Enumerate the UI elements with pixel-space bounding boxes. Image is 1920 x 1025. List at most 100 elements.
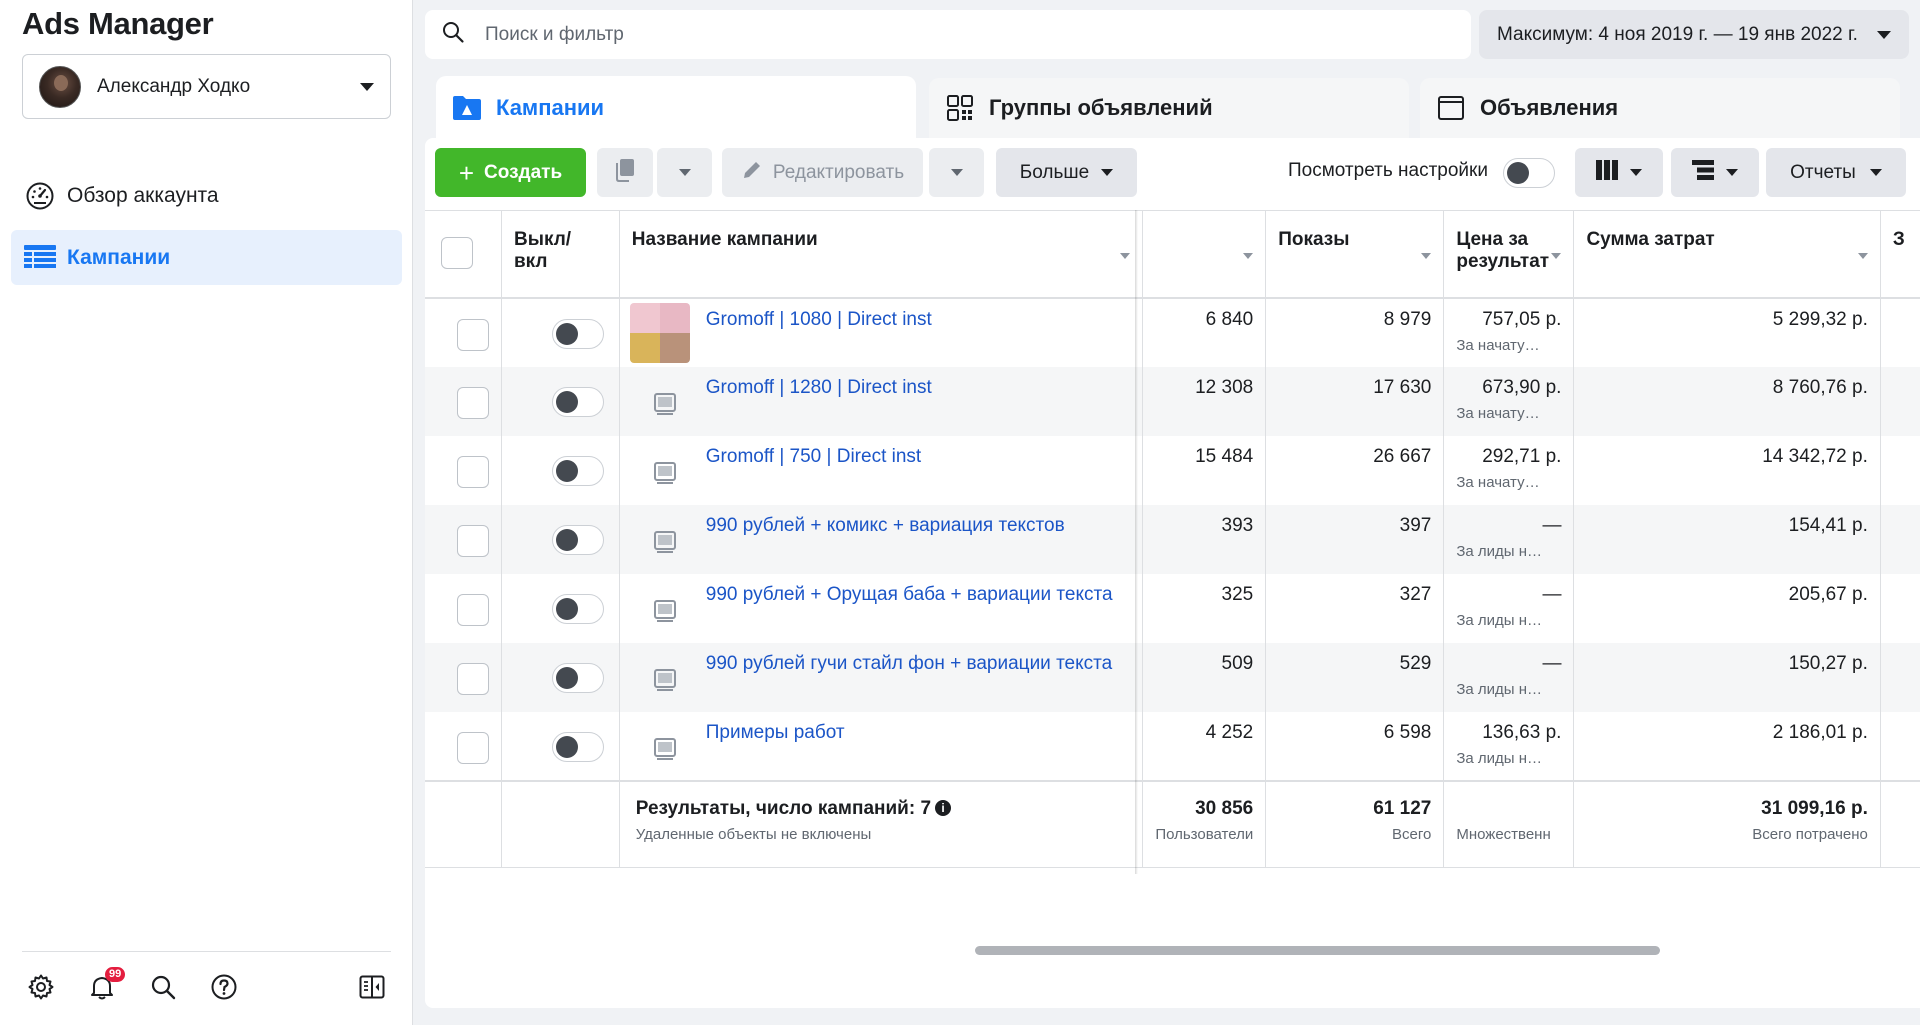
toolbar: + Создать Редактировать Больше Посмотрет… <box>425 138 1920 210</box>
campaigns-table-container: Выкл/ вкл Название кампании Показы Цена … <box>425 210 1920 1008</box>
campaign-status-toggle[interactable] <box>552 386 604 417</box>
reach-cell: 4 252 <box>1142 711 1267 781</box>
campaign-name-link[interactable]: 990 рублей гучи стайл фон + вариации тек… <box>706 653 1112 674</box>
campaign-name-cell: Gromoff | 1280 | Direct inst <box>619 366 1144 436</box>
cost-per-result-sub: За лиды н… <box>1456 611 1543 629</box>
table-row[interactable]: Gromoff | 1080 | Direct inst 6 840 8 979 75… <box>425 297 1920 367</box>
sidebar-item-account-overview[interactable]: Обзор аккаунта <box>11 168 402 223</box>
select-all-checkbox[interactable] <box>441 237 473 269</box>
horizontal-scrollbar[interactable] <box>975 946 1660 955</box>
breakdown-button[interactable] <box>1671 148 1759 197</box>
campaign-name-link[interactable]: Примеры работ <box>706 722 845 743</box>
table-row[interactable]: 990 рублей + комикс + вариация текстов 39… <box>425 504 1920 574</box>
row-checkbox[interactable] <box>457 386 489 419</box>
table-row[interactable]: 990 рублей гучи стайл фон + вариации тек… <box>425 642 1920 712</box>
next-column-cell <box>1880 505 1920 574</box>
campaign-status-toggle[interactable] <box>552 593 604 624</box>
column-header-impressions[interactable]: Показы <box>1265 210 1445 298</box>
ad-placeholder-icon <box>650 665 680 695</box>
row-checkbox[interactable] <box>457 593 489 626</box>
edit-menu-button[interactable] <box>929 148 984 197</box>
summary-cell <box>1880 781 1920 868</box>
tab-label: Группы объявлений <box>989 95 1213 120</box>
duplicate-menu-button[interactable] <box>657 148 712 197</box>
gear-icon[interactable] <box>22 968 60 1006</box>
summary-cpr-cell: Множественн <box>1443 780 1575 868</box>
create-button[interactable]: + Создать <box>435 148 586 197</box>
sort-caret-icon[interactable] <box>1551 253 1562 259</box>
tab-campaigns[interactable]: Кампании <box>436 76 916 140</box>
campaign-status-toggle[interactable] <box>552 455 604 486</box>
search-bar[interactable] <box>425 10 1471 59</box>
campaign-status-toggle[interactable] <box>552 731 604 762</box>
campaign-name-link[interactable]: Gromoff | 1280 | Direct inst <box>706 377 932 398</box>
sort-caret-icon[interactable] <box>1421 253 1432 259</box>
campaign-name-link[interactable]: 990 рублей + комикс + вариация текстов <box>706 515 1065 536</box>
reports-button[interactable]: Отчеты <box>1766 148 1906 197</box>
summary-row: Результаты, число кампаний: 7i Удаленные… <box>425 780 1920 868</box>
cost-per-result-cell: — За лиды н… <box>1443 504 1575 574</box>
app-title: Ads Manager <box>22 6 214 41</box>
search-input[interactable] <box>485 23 1471 46</box>
reach-cell: 509 <box>1142 642 1267 712</box>
edit-button[interactable]: Редактировать <box>722 148 923 197</box>
view-settings-toggle[interactable] <box>1503 158 1555 188</box>
bell-icon[interactable]: 99 <box>83 967 126 1006</box>
cost-per-result-value: 292,71 р. <box>1482 445 1562 467</box>
more-button[interactable]: Больше <box>996 148 1137 197</box>
columns-button[interactable] <box>1575 148 1663 197</box>
sort-caret-icon[interactable] <box>1243 253 1254 259</box>
row-toggle-cell <box>501 711 620 781</box>
row-checkbox[interactable] <box>457 524 489 557</box>
sort-caret-icon[interactable] <box>1857 253 1868 259</box>
campaign-name-link[interactable]: Gromoff | 750 | Direct inst <box>706 446 921 467</box>
more-button-label: Больше <box>1019 161 1090 183</box>
column-header-amount-spent[interactable]: Сумма затрат <box>1573 210 1881 298</box>
sidebar-item-campaigns[interactable]: Кампании <box>11 230 402 285</box>
campaign-status-toggle[interactable] <box>552 662 604 693</box>
summary-spent-sub: Всего потрачено <box>1752 825 1868 843</box>
account-name: Александр Ходко <box>97 75 251 97</box>
column-header-cost-per-result[interactable]: Цена за результат <box>1443 210 1575 298</box>
campaign-status-toggle[interactable] <box>552 318 604 349</box>
amount-spent-cell: 5 299,32 р. <box>1573 297 1881 367</box>
chevron-down-icon <box>678 169 691 176</box>
summary-label: Результаты, число кампаний: 7 <box>635 797 932 819</box>
column-header-next[interactable]: З <box>1880 211 1920 298</box>
sort-caret-icon[interactable] <box>1120 253 1131 259</box>
cost-per-result-sub: За начату… <box>1456 336 1540 354</box>
help-icon[interactable] <box>205 968 243 1006</box>
cost-per-result-value: 673,90 р. <box>1482 376 1562 398</box>
column-header-campaign-name[interactable]: Название кампании <box>619 210 1144 298</box>
summary-label-cell: Результаты, число кампаний: 7i Удаленные… <box>619 780 1144 868</box>
campaign-name-link[interactable]: Gromoff | 1080 | Direct inst <box>706 309 932 330</box>
table-row[interactable]: 990 рублей + Орущая баба + вариации текс… <box>425 573 1920 643</box>
column-header-label: Название кампании <box>631 229 818 250</box>
cost-per-result-cell: 757,05 р. За начату… <box>1443 297 1575 367</box>
info-icon[interactable]: i <box>935 799 952 816</box>
duplicate-button[interactable] <box>597 148 653 197</box>
campaign-name-cell: Gromoff | 750 | Direct inst <box>619 435 1144 505</box>
row-checkbox[interactable] <box>457 731 489 764</box>
tab-ads[interactable]: Объявления <box>1420 78 1900 138</box>
notification-badge: 99 <box>105 967 126 982</box>
campaign-name-link[interactable]: 990 рублей + Орущая баба + вариации текс… <box>706 584 1113 605</box>
table-row[interactable]: Gromoff | 1280 | Direct inst 12 308 17 630… <box>425 366 1920 436</box>
column-header-reach[interactable] <box>1142 210 1267 298</box>
table-row[interactable]: Gromoff | 750 | Direct inst 15 484 26 667 2… <box>425 435 1920 505</box>
table-row[interactable]: Примеры работ 4 252 6 598 136,63 р. За лиды … <box>425 711 1920 781</box>
row-select-cell <box>425 642 502 712</box>
tab-ad-sets[interactable]: Группы объявлений <box>929 78 1409 138</box>
panel-toggle-icon[interactable] <box>353 968 391 1006</box>
row-checkbox[interactable] <box>457 455 489 488</box>
campaign-name-cell: Gromoff | 1080 | Direct inst <box>619 297 1144 367</box>
row-checkbox[interactable] <box>457 662 489 695</box>
search-icon[interactable] <box>144 968 182 1006</box>
account-selector[interactable]: Александр Ходко <box>22 54 391 119</box>
chevron-down-icon <box>1630 169 1642 176</box>
search-icon <box>441 20 465 49</box>
cost-per-result-value: — <box>1542 583 1562 605</box>
date-range-picker[interactable]: Максимум: 4 ноя 2019 г. — 19 янв 2022 г. <box>1479 10 1909 59</box>
row-checkbox[interactable] <box>457 318 489 351</box>
campaign-status-toggle[interactable] <box>552 524 604 555</box>
